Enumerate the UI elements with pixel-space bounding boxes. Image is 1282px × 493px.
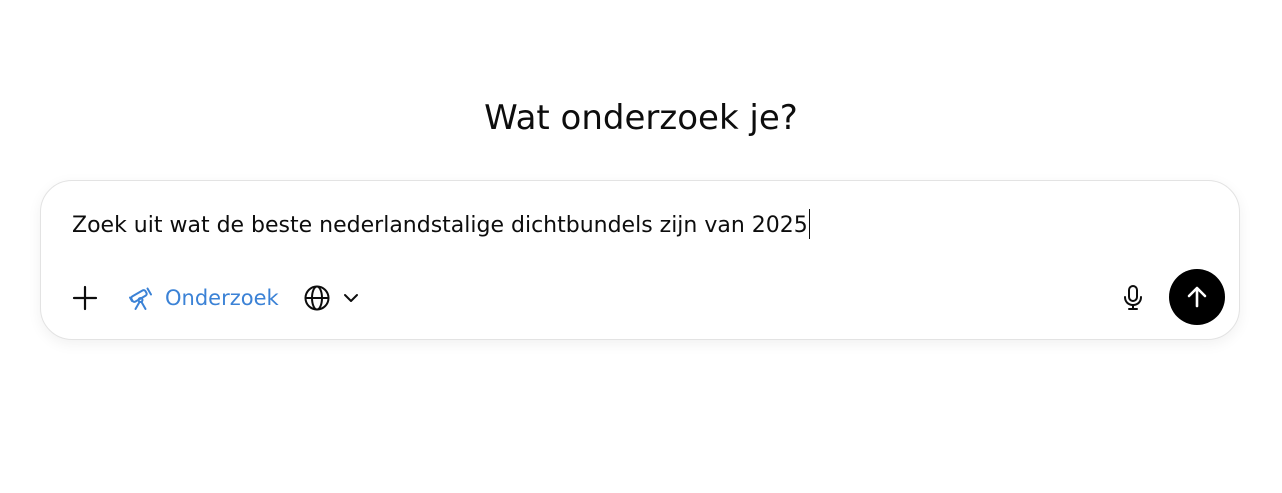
page-title: Wat onderzoek je? bbox=[484, 97, 798, 138]
microphone-icon bbox=[1120, 284, 1146, 312]
text-caret bbox=[808, 209, 810, 239]
research-toggle-button[interactable]: Onderzoek bbox=[121, 278, 285, 318]
globe-icon bbox=[303, 284, 331, 312]
voice-input-button[interactable] bbox=[1111, 276, 1155, 320]
arrow-up-icon bbox=[1184, 284, 1210, 310]
send-button[interactable] bbox=[1169, 269, 1225, 325]
prompt-input[interactable]: Zoek uit wat de beste nederlandstalige d… bbox=[72, 209, 810, 242]
attach-button[interactable] bbox=[63, 276, 107, 320]
chevron-down-icon bbox=[341, 288, 361, 308]
plus-icon bbox=[72, 285, 98, 311]
web-search-dropdown[interactable] bbox=[299, 278, 365, 318]
prompt-composer: Zoek uit wat de beste nederlandstalige d… bbox=[40, 180, 1240, 340]
page: Wat onderzoek je? Zoek uit wat de beste … bbox=[0, 0, 1282, 493]
research-label: Onderzoek bbox=[165, 286, 279, 310]
telescope-icon bbox=[127, 284, 155, 312]
prompt-text: Zoek uit wat de beste nederlandstalige d… bbox=[72, 213, 808, 238]
